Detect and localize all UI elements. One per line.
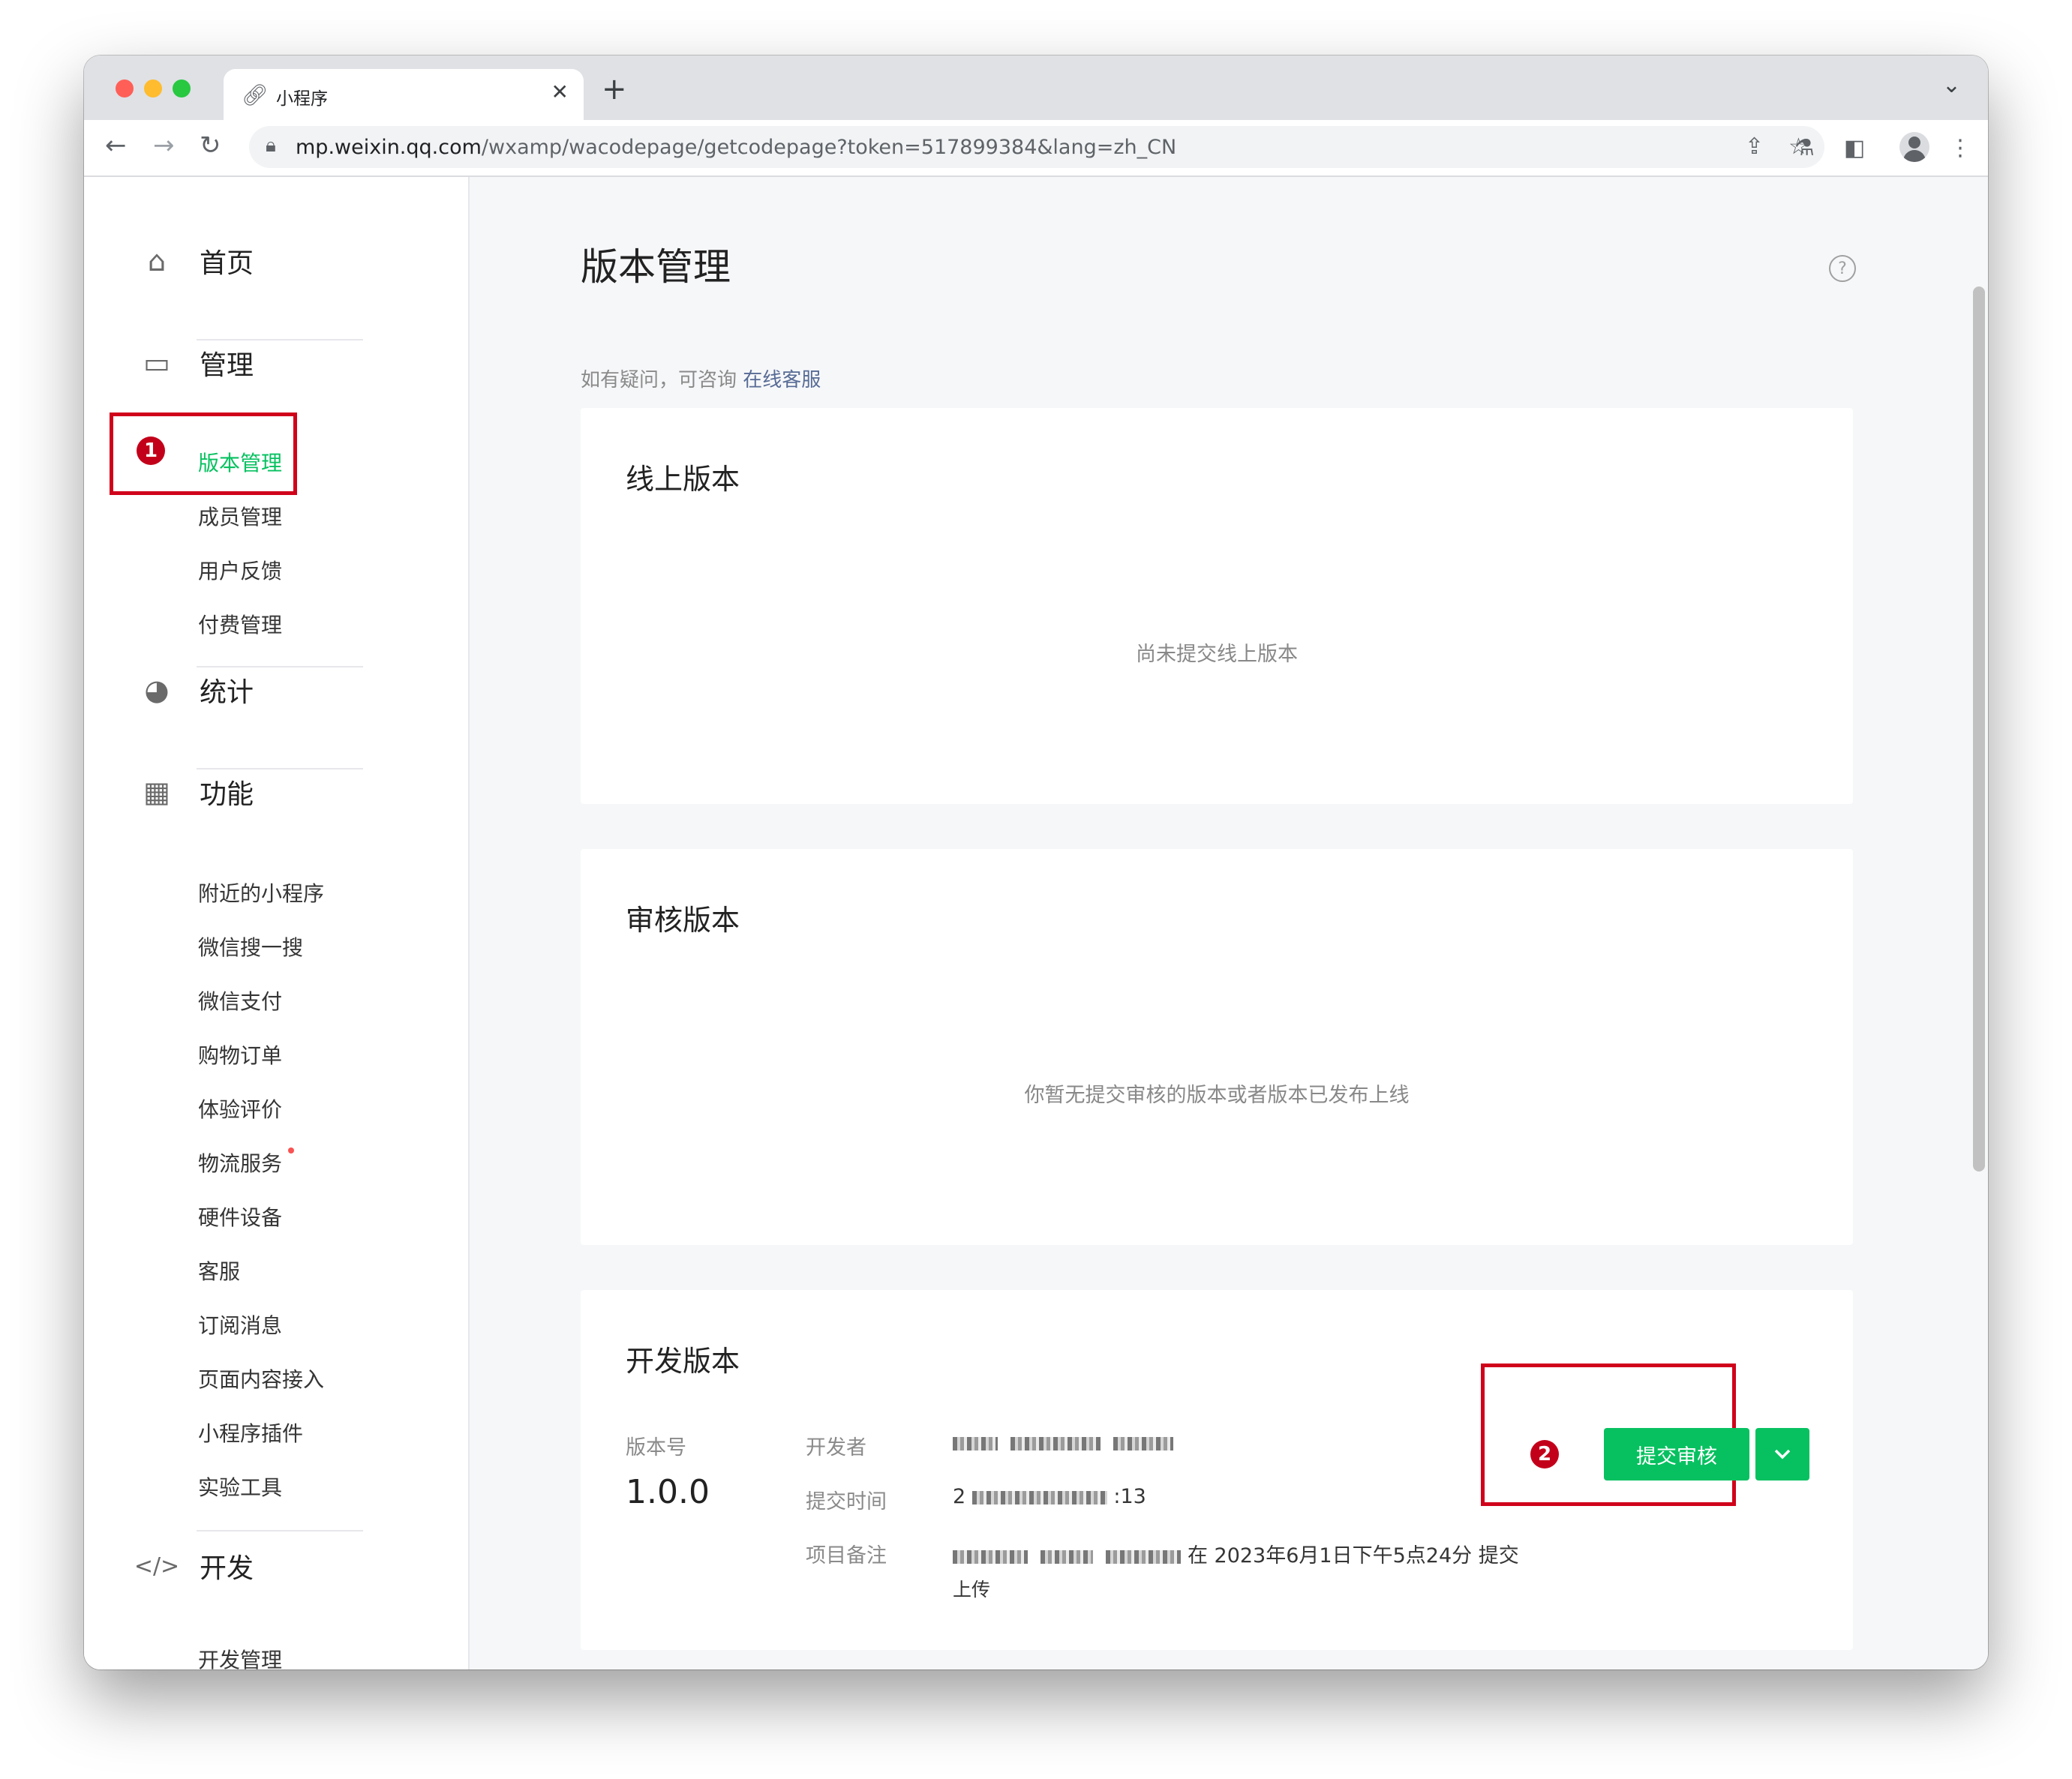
sidebar-item-stats[interactable]: ◕ 统计	[141, 668, 254, 712]
side-panel-icon[interactable]: ◧	[1844, 135, 1865, 161]
sidebar-item-customer-service[interactable]: 客服	[198, 1256, 240, 1286]
help-icon[interactable]: ?	[1829, 255, 1856, 282]
project-note-label: 项目备注	[806, 1544, 887, 1568]
sidebar-item-experience-review[interactable]: 体验评价	[198, 1094, 282, 1124]
dev-version-card: 开发版本 版本号 1.0.0 开发者 提交时间 2 :13 项目备注 在 202…	[581, 1290, 1853, 1650]
version-number: 1.0.0	[626, 1473, 710, 1511]
scrollbar-thumb[interactable]	[1973, 286, 1985, 1172]
review-version-card: 审核版本 你暂无提交审核的版本或者版本已发布上线	[581, 849, 1853, 1245]
zoom-window-button[interactable]	[173, 80, 191, 98]
sidebar-item-version-management[interactable]: 版本管理	[198, 447, 282, 477]
main-content: 版本管理 ? 如有疑问，可咨询 在线客服 线上版本 尚未提交线上版本 审核版本 …	[470, 177, 1988, 1670]
sidebar-item-lab-tools[interactable]: 实验工具	[198, 1472, 282, 1502]
sidebar-divider	[197, 1530, 363, 1532]
labs-flask-icon[interactable]: ⚗	[1794, 135, 1815, 161]
minimize-window-button[interactable]	[144, 80, 162, 98]
sidebar-section-manage: ▭ 管理	[141, 340, 254, 386]
online-version-card: 线上版本 尚未提交线上版本	[581, 408, 1853, 804]
consult-text: 如有疑问，可咨询 在线客服	[581, 364, 821, 392]
sidebar-item-plugins[interactable]: 小程序插件	[198, 1418, 303, 1448]
reload-icon[interactable]: ↻	[200, 130, 221, 160]
annotation-badge-2: 2	[1530, 1440, 1559, 1468]
sidebar: ⌂ 首页 ▭ 管理 1 版本管理 成员管理 用户反馈 付费管理 ◕ 统计 ▦ 功…	[84, 177, 470, 1670]
sidebar-item-payment-management[interactable]: 付费管理	[198, 609, 282, 639]
review-version-empty-text: 你暂无提交审核的版本或者版本已发布上线	[1024, 1084, 1410, 1107]
sidebar-item-subscription-messages[interactable]: 订阅消息	[198, 1310, 282, 1340]
inbox-icon: ▭	[143, 346, 170, 380]
sidebar-item-page-content-access[interactable]: 页面内容接入	[198, 1364, 324, 1394]
close-window-button[interactable]	[116, 80, 134, 98]
dev-version-title: 开发版本	[626, 1345, 740, 1378]
address-bar[interactable]: 🔒︎ mp.weixin.qq.com/wxamp/wacodepage/get…	[249, 126, 1824, 168]
annotation-badge-1: 1	[137, 436, 165, 465]
page-area: ⌂ 首页 ▭ 管理 1 版本管理 成员管理 用户反馈 付费管理 ◕ 统计 ▦ 功…	[84, 177, 1988, 1670]
pie-chart-icon: ◕	[144, 674, 170, 706]
developer-label: 开发者	[806, 1436, 866, 1460]
browser-window: 🔗︎ 小程序 ✕ + ⌄ ← → ↻ 🔒︎ mp.weixin.qq.com/w…	[84, 56, 1988, 1670]
submit-options-dropdown-button[interactable]	[1755, 1428, 1809, 1480]
sidebar-features-label: 功能	[200, 779, 254, 810]
review-version-title: 审核版本	[626, 904, 740, 937]
share-icon[interactable]: ⇪	[1745, 134, 1764, 160]
sidebar-section-dev: </> 开发	[134, 1544, 254, 1588]
online-service-link[interactable]: 在线客服	[743, 369, 821, 392]
tab-title: 小程序	[276, 89, 328, 109]
sidebar-item-logistics[interactable]: 物流服务	[198, 1148, 282, 1178]
sidebar-item-wechat-search[interactable]: 微信搜一搜	[198, 932, 303, 962]
project-note-value: 在 2023年6月1日下午5点24分 提交	[953, 1539, 1519, 1568]
sidebar-item-user-feedback[interactable]: 用户反馈	[198, 555, 282, 585]
miniprogram-favicon-icon: 🔗︎	[242, 82, 269, 107]
more-menu-icon[interactable]: ⋮	[1949, 135, 1971, 161]
new-tab-icon[interactable]: +	[602, 72, 627, 106]
title-bar: 🔗︎ 小程序 ✕ + ⌄	[84, 56, 1988, 120]
sidebar-dev-label: 开发	[200, 1553, 254, 1584]
sidebar-section-features: ▦ 功能	[141, 770, 254, 814]
version-number-label: 版本号	[626, 1436, 686, 1460]
submit-time-value: 2 :13	[953, 1485, 1146, 1508]
project-note-line2: 上传	[953, 1579, 991, 1600]
sidebar-item-home[interactable]: ⌂ 首页	[141, 238, 254, 284]
home-icon: ⌂	[147, 244, 167, 278]
project-note-tail: 在 2023年6月1日下午5点24分 提交	[1187, 1544, 1519, 1568]
sidebar-item-hardware[interactable]: 硬件设备	[198, 1202, 282, 1232]
code-icon: </>	[134, 1552, 180, 1580]
lock-icon: 🔒︎	[266, 134, 276, 157]
sidebar-manage-label: 管理	[200, 350, 254, 381]
sidebar-item-shopping-orders[interactable]: 购物订单	[198, 1040, 282, 1070]
sidebar-home-label: 首页	[200, 248, 254, 279]
browser-tab[interactable]: 🔗︎ 小程序 ✕	[224, 69, 584, 120]
submit-time-suffix: :13	[1113, 1485, 1146, 1508]
online-version-empty-text: 尚未提交线上版本	[1136, 643, 1298, 666]
sidebar-item-dev-management[interactable]: 开发管理	[198, 1644, 282, 1670]
consult-prefix: 如有疑问，可咨询	[581, 369, 737, 392]
developer-value-redacted	[953, 1431, 1174, 1454]
submit-review-button[interactable]: 提交审核	[1604, 1428, 1749, 1480]
page-title: 版本管理	[581, 245, 731, 289]
online-version-title: 线上版本	[626, 463, 740, 496]
submit-time-prefix: 2	[953, 1485, 966, 1508]
sidebar-item-nearby-miniprogram[interactable]: 附近的小程序	[198, 878, 324, 908]
sidebar-item-wechat-pay[interactable]: 微信支付	[198, 986, 282, 1016]
url-text: mp.weixin.qq.com/wxamp/wacodepage/getcod…	[296, 136, 1177, 159]
profile-avatar-icon[interactable]	[1899, 132, 1929, 162]
forward-arrow-icon[interactable]: →	[153, 130, 175, 160]
grid-icon: ▦	[143, 776, 170, 808]
sidebar-item-member-management[interactable]: 成员管理	[198, 501, 282, 531]
submit-time-label: 提交时间	[806, 1490, 887, 1514]
back-arrow-icon[interactable]: ←	[105, 130, 127, 160]
browser-toolbar: ← → ↻ 🔒︎ mp.weixin.qq.com/wxamp/wacodepa…	[84, 120, 1988, 177]
chevron-down-icon	[1774, 1449, 1791, 1460]
tab-search-chevron-icon[interactable]: ⌄	[1942, 72, 1961, 98]
tab-close-icon[interactable]: ✕	[551, 80, 569, 104]
sidebar-stats-label: 统计	[200, 677, 254, 708]
new-feature-dot	[288, 1148, 294, 1154]
